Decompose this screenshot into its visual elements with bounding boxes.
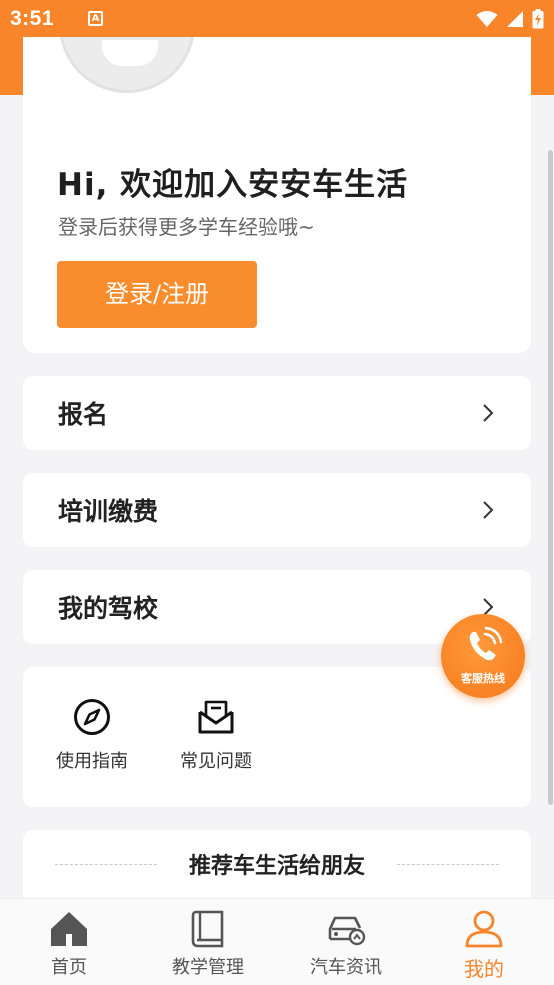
tool-label: 使用指南	[56, 751, 128, 772]
notification-icon: A	[88, 11, 104, 26]
tool-label: 常见问题	[180, 751, 252, 772]
tool-user-guide[interactable]: 使用指南	[47, 697, 137, 773]
nav-label: 汽车资讯	[310, 957, 382, 978]
car-icon	[328, 916, 366, 946]
chevron-right-icon	[483, 501, 494, 519]
profile-card: Hi, 欢迎加入安安车生活 登录后获得更多学车经验哦~ 登录/注册	[23, 37, 531, 353]
home-icon	[51, 912, 87, 946]
compass-icon	[74, 699, 110, 735]
nav-item-home[interactable]: 首页	[9, 909, 129, 979]
menu-item-label: 我的驾校	[58, 594, 159, 623]
menu-item-label: 培训缴费	[58, 497, 159, 526]
welcome-subtitle: 登录后获得更多学车经验哦~	[58, 215, 315, 239]
menu-item-training-payment[interactable]: 培训缴费	[23, 473, 531, 547]
tool-faq[interactable]: 常见问题	[171, 697, 261, 773]
menu-item-signup[interactable]: 报名	[23, 376, 531, 450]
status-time: 3:51	[10, 6, 55, 30]
avatar[interactable]	[59, 37, 195, 93]
mail-icon	[198, 700, 234, 734]
nav-label: 首页	[51, 957, 87, 978]
chevron-right-icon	[483, 404, 494, 422]
nav-item-teaching[interactable]: 教学管理	[148, 909, 268, 979]
bottom-nav: 首页 教学管理 汽车资讯 我的	[0, 898, 554, 985]
menu-item-label: 报名	[58, 400, 109, 429]
customer-hotline-button[interactable]: 客服热线	[441, 614, 525, 698]
nav-item-mine[interactable]: 我的	[424, 909, 544, 982]
status-icons	[476, 8, 544, 29]
person-icon	[465, 910, 503, 948]
book-icon	[191, 910, 224, 948]
divider	[397, 864, 499, 865]
phone-icon	[469, 626, 503, 661]
battery-icon	[532, 8, 544, 28]
nav-label: 我的	[464, 957, 504, 981]
welcome-title: Hi, 欢迎加入安安车生活	[57, 167, 409, 203]
avatar-placeholder-icon	[102, 40, 158, 66]
hotline-label: 客服热线	[461, 672, 505, 685]
wifi-icon	[476, 10, 498, 27]
signal-icon	[507, 10, 523, 27]
scrollbar[interactable]	[548, 150, 553, 805]
status-bar: 3:51 A	[0, 0, 554, 37]
nav-label: 教学管理	[172, 957, 244, 978]
tools-card: 使用指南 常见问题	[23, 667, 531, 807]
login-register-button[interactable]: 登录/注册	[57, 261, 257, 328]
nav-item-car-news[interactable]: 汽车资讯	[286, 909, 406, 979]
